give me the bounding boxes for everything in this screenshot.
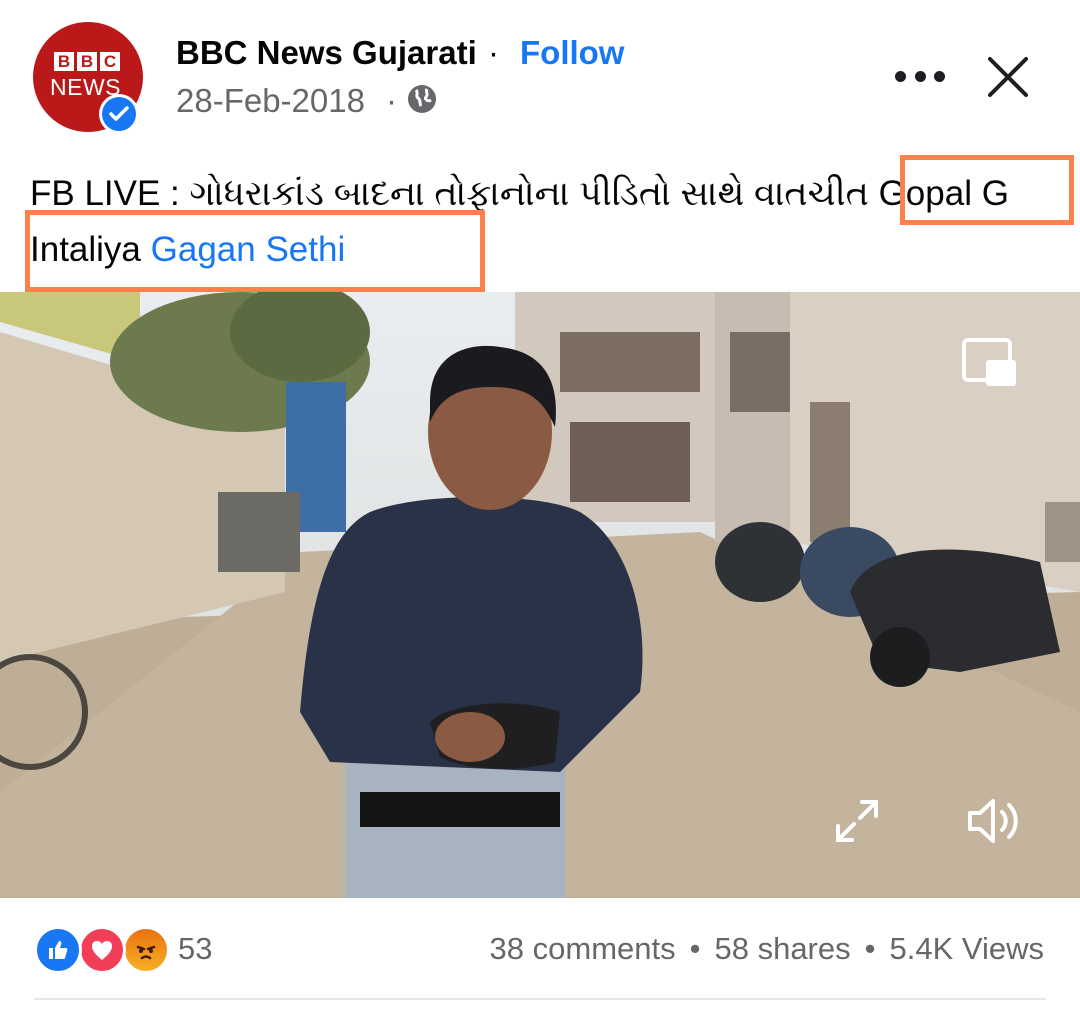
video-frame [0,292,1080,898]
picture-in-picture-icon[interactable] [960,336,1018,390]
stats-separator: • [689,931,701,966]
name-separator: · [488,34,499,71]
verified-badge-icon [99,94,139,134]
fullscreen-icon[interactable] [834,798,880,844]
close-icon[interactable] [985,54,1031,100]
bbc-logo: BBC [54,52,120,71]
follow-button[interactable]: Follow [520,34,624,72]
date-separator: · [386,82,397,119]
globe-icon [408,85,436,113]
post-stats: 38 comments • 58 shares • 5.4K Views [490,931,1044,967]
page-avatar[interactable]: BBC NEWS [33,22,143,134]
page-name[interactable]: BBC News Gujarati [176,34,477,72]
highlight-box [25,210,485,292]
volume-icon[interactable] [966,796,1024,846]
love-icon [78,926,126,974]
highlight-box [900,155,1074,225]
post-date[interactable]: 28-Feb-2018 [176,82,365,120]
angry-icon [122,926,170,974]
comments-count[interactable]: 38 comments [490,931,676,967]
reaction-count[interactable]: 53 [178,931,212,967]
views-count: 5.4K Views [889,931,1044,966]
divider [34,998,1046,1000]
reactions-summary[interactable] [34,926,174,974]
video-player[interactable] [0,292,1080,898]
more-dots-icon[interactable] [895,56,945,96]
shares-count[interactable]: 58 shares [714,931,850,967]
like-icon [34,926,82,974]
stats-separator: • [864,931,876,966]
